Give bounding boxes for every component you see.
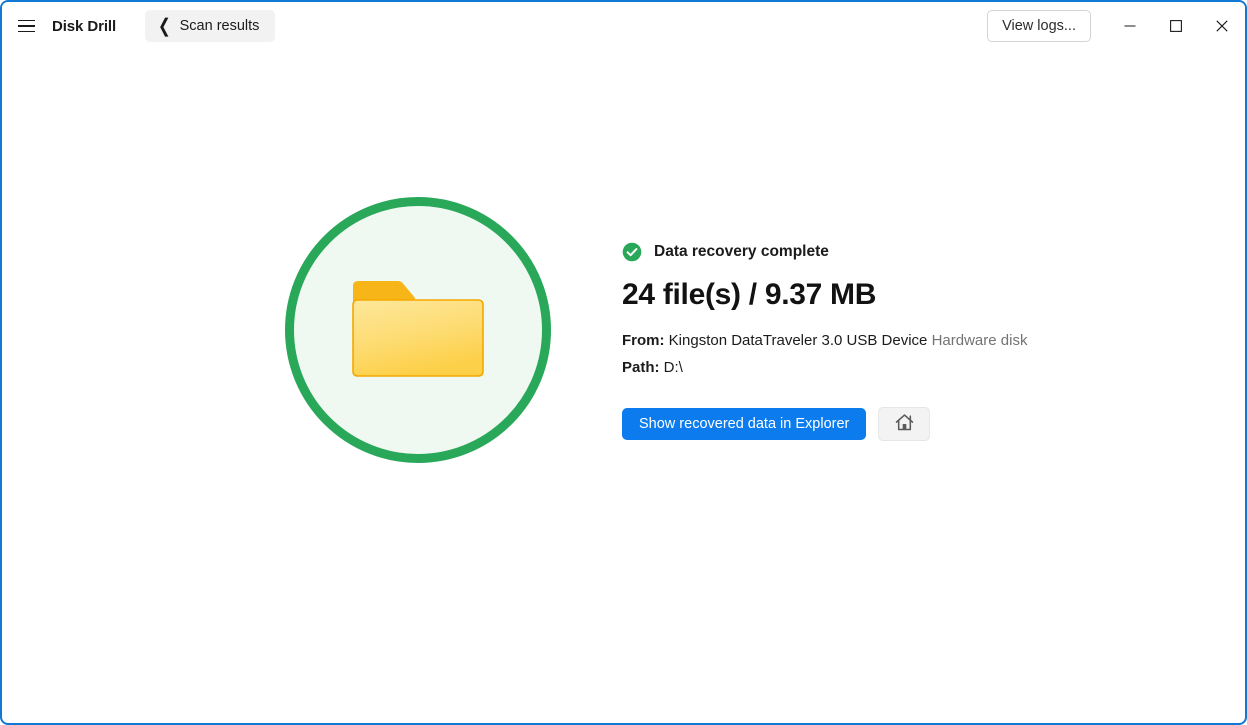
hamburger-menu-icon[interactable]	[4, 4, 48, 48]
app-title: Disk Drill	[52, 17, 117, 35]
status-badge: Data recovery complete	[654, 243, 829, 260]
source-row: From: Kingston DataTraveler 3.0 USB Devi…	[622, 330, 1142, 351]
minimize-icon[interactable]	[1107, 3, 1153, 49]
main-content: Data recovery complete 24 file(s) / 9.37…	[2, 50, 1245, 723]
recovery-summary-panel: Data recovery complete 24 file(s) / 9.37…	[622, 240, 1142, 441]
from-note: Hardware disk	[931, 331, 1028, 349]
back-button-label: Scan results	[179, 18, 260, 34]
recovery-illustration	[285, 197, 551, 463]
close-icon[interactable]	[1199, 3, 1245, 49]
from-value: Kingston DataTraveler 3.0 USB Device	[668, 331, 928, 349]
action-buttons: Show recovered data in Explorer	[622, 406, 1142, 441]
chevron-left-icon: ❮	[158, 15, 171, 37]
recovery-headline: 24 file(s) / 9.37 MB	[622, 278, 877, 311]
maximize-icon[interactable]	[1153, 3, 1199, 49]
home-button[interactable]	[878, 406, 931, 441]
from-label: From:	[622, 331, 665, 349]
home-icon	[894, 412, 915, 436]
app-window: Disk Drill ❮ Scan results View logs... D…	[0, 0, 1247, 725]
folder-icon	[349, 278, 487, 382]
hamburger-line	[17, 19, 35, 22]
status-row: Data recovery complete	[622, 240, 1142, 264]
path-row: Path: D:\	[622, 357, 1142, 378]
show-recovered-data-button[interactable]: Show recovered data in Explorer	[622, 407, 867, 440]
hamburger-line	[17, 25, 35, 27]
hamburger-line	[17, 30, 35, 33]
titlebar-right-group: View logs...	[987, 2, 1245, 50]
path-label: Path:	[622, 358, 660, 376]
title-bar: Disk Drill ❮ Scan results View logs...	[2, 2, 1245, 50]
check-circle-icon	[622, 242, 642, 262]
back-to-scan-results-button[interactable]: ❮ Scan results	[145, 10, 276, 42]
path-value: D:\	[663, 358, 683, 376]
view-logs-button[interactable]: View logs...	[987, 10, 1091, 42]
